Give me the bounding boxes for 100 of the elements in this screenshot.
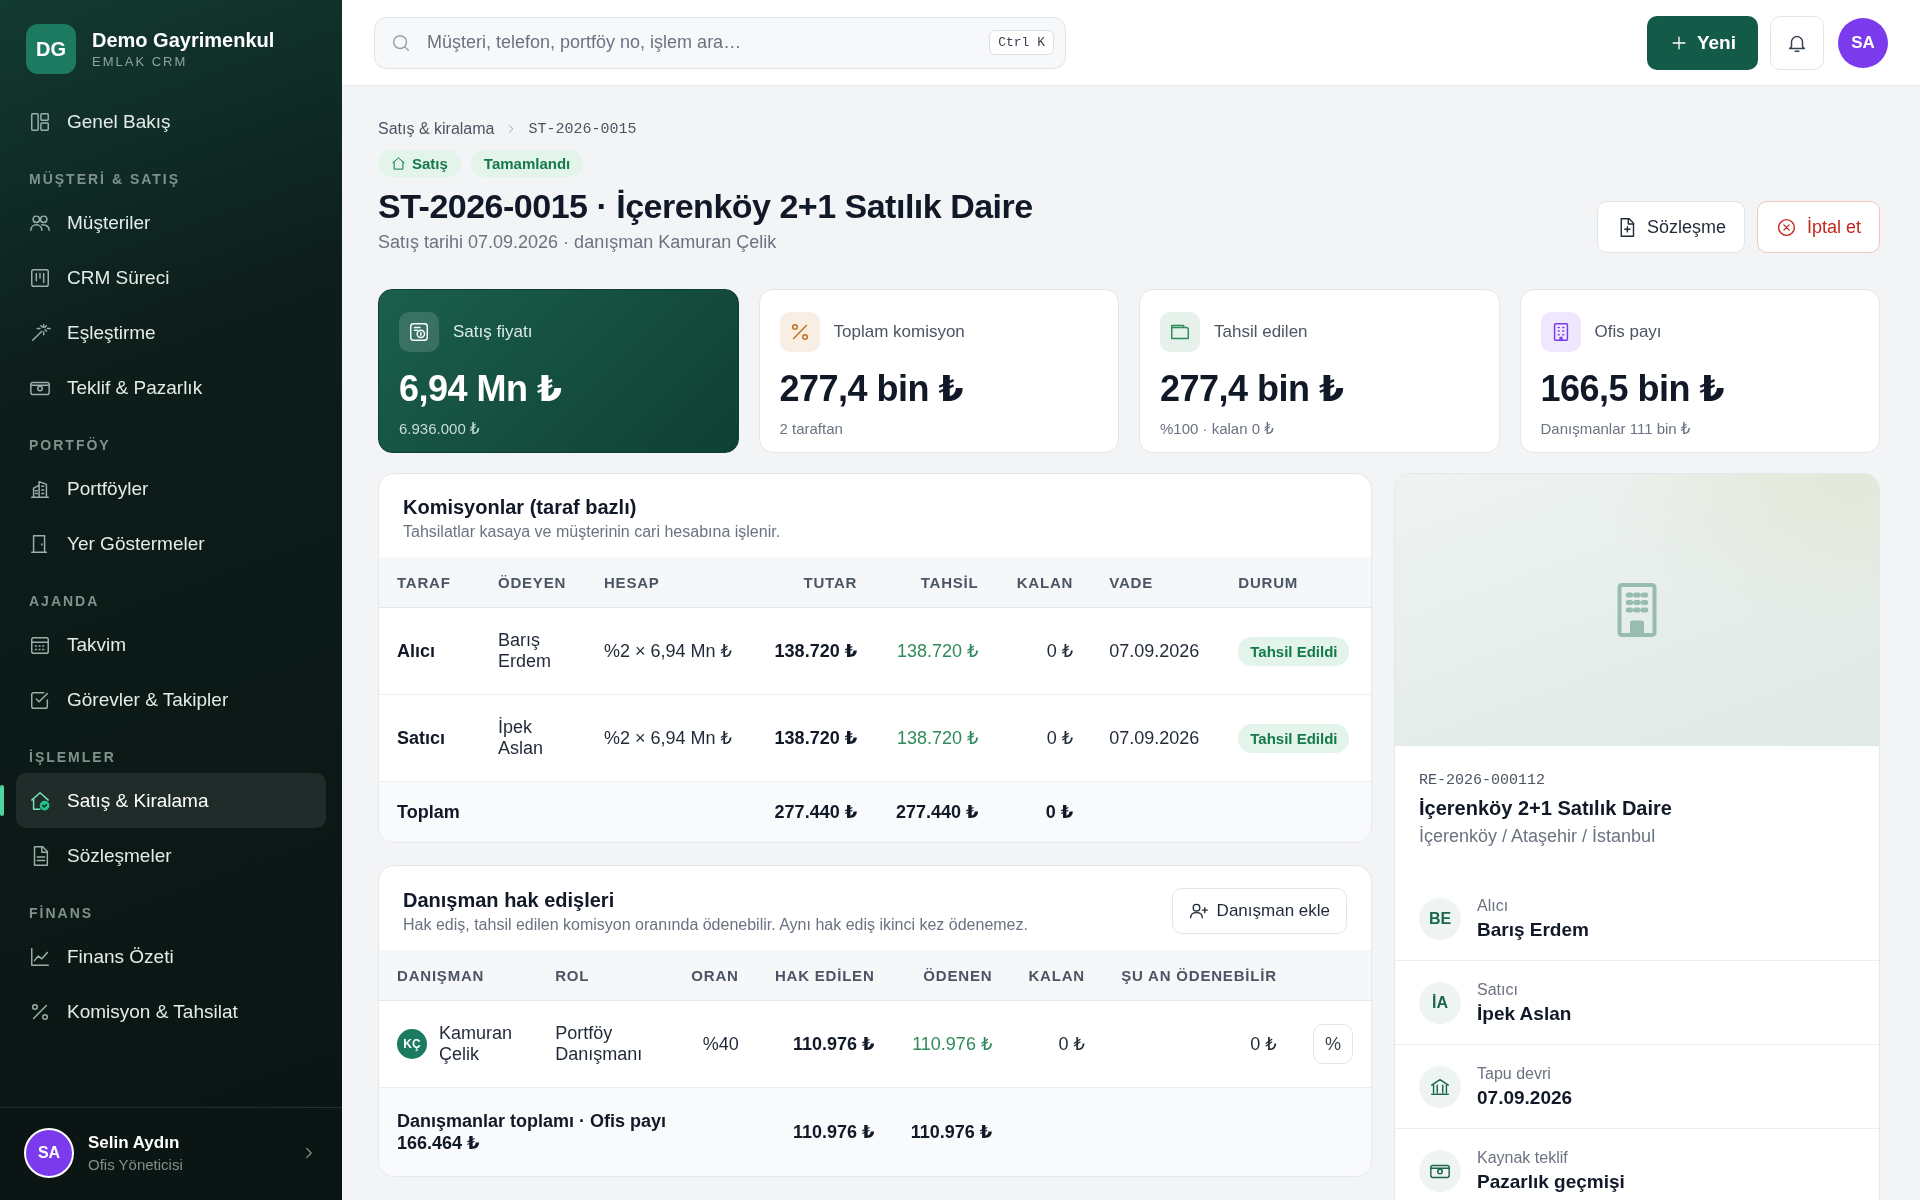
table-cell: Satıcı — [379, 694, 480, 782]
page-subtitle: Satış tarihi 07.09.2026 · danışman Kamuran Çelik — [378, 232, 778, 253]
card-subtitle: Tahsilatlar kasaya ve müşterinin cari hesabına işlenir. — [403, 523, 781, 541]
column-header: TARAF — [379, 557, 480, 608]
column-header: ROL — [537, 950, 674, 1001]
column-header: HAK EDİLEN — [756, 950, 893, 1001]
column-header: TAHSİL — [875, 557, 997, 608]
stat-value: 6,94 Mn ₺ — [399, 368, 563, 410]
stat-label: Satış fiyatı — [453, 322, 533, 342]
advisor-name: Kamuran Çelik — [439, 1023, 514, 1065]
wand-icon — [29, 321, 51, 344]
nav-section-title: PORTFÖY — [28, 436, 112, 455]
card-subtitle: Hak ediş, tahsil edilen komisyon oranında ödenebilir. Aynı hak ediş ikinci kez ödenemez. — [403, 915, 1028, 934]
column-header: ÖDEYEN — [479, 557, 586, 608]
nav-section-title: AJANDA — [28, 592, 101, 611]
stat-value: 277,4 bin ₺ — [779, 368, 965, 410]
table-cell: Barış Erdem — [479, 607, 586, 695]
user-role: Ofis Yöneticisi — [88, 1156, 184, 1173]
nav-item[interactable]: Portföyler — [16, 461, 326, 516]
nav-item[interactable]: Genel Bakış — [16, 94, 326, 149]
detail-value: Barış Erdem — [1477, 918, 1589, 941]
advisor-avatar: KÇ — [397, 1029, 427, 1059]
nav-item[interactable]: Komisyon & Tahsilat — [16, 984, 326, 1039]
breadcrumb-current: ST-2026-0015 — [528, 120, 637, 138]
table-cell: 277.440 ₺ — [875, 781, 997, 842]
table-cell: %2 × 6,94 Mn ₺ — [585, 694, 754, 782]
table-cell: 138.720 ₺ — [753, 607, 876, 695]
nav-item[interactable]: Sözleşmeler — [16, 828, 326, 883]
breadcrumb-link[interactable]: Satış & kiralama — [378, 120, 495, 138]
column-header: KALAN — [1010, 950, 1103, 1001]
page-title: ST-2026-0015 · İçerenköy 2+1 Satılık Daire — [378, 187, 1033, 226]
table-cell: 110.976 ₺ — [892, 1087, 1011, 1176]
stat-label: Tahsil edilen — [1214, 322, 1308, 342]
kanban-icon — [29, 266, 51, 289]
chart-icon — [29, 945, 51, 968]
user-plus-icon — [1188, 901, 1209, 921]
card-title: Danışman hak edişleri — [403, 888, 616, 912]
nav-item[interactable]: Finans Özeti — [16, 929, 326, 984]
nav-item[interactable]: Teklif & Pazarlık — [16, 360, 326, 415]
stat-note: %100 · kalan 0 ₺ — [1160, 420, 1275, 438]
nav-item[interactable]: CRM Süreci — [16, 250, 326, 305]
table-cell: %2 × 6,94 Mn ₺ — [585, 607, 754, 695]
new-button[interactable]: Yeni — [1646, 15, 1758, 70]
nav-section-title: İŞLEMLER — [28, 748, 117, 767]
stat-note: Danışmanlar 111 bin ₺ — [1540, 420, 1692, 438]
house-icon — [29, 789, 51, 812]
user-name: Selin Aydın — [88, 1133, 181, 1153]
cancel-button[interactable]: İptal et — [1756, 201, 1880, 253]
property-location: İçerenköy / Ataşehir / İstanbul — [1419, 826, 1657, 847]
nav-item[interactable]: Takvim — [16, 617, 326, 672]
table-cell: 0 ₺ — [996, 607, 1092, 695]
add-advisor-button[interactable]: Danışman ekle — [1171, 888, 1347, 934]
table-cell: 0 ₺ — [1102, 1000, 1295, 1088]
stat-label: Toplam komisyon — [833, 322, 965, 342]
table-cell: 07.09.2026 — [1091, 607, 1221, 695]
detail-value: İpek Aslan — [1477, 1002, 1572, 1025]
table-cell: 0 ₺ — [996, 694, 1092, 782]
user-avatar[interactable]: SA — [1838, 17, 1888, 68]
column-header: HESAP — [585, 557, 754, 608]
column-header: DANIŞMAN — [379, 950, 538, 1001]
nav-item[interactable]: Yer Göstermeler — [16, 516, 326, 571]
contract-button[interactable]: Sözleşme — [1596, 201, 1745, 253]
table-cell: Alıcı — [379, 607, 480, 695]
status-badge: Tahsil Edildi — [1238, 723, 1350, 753]
detail-label: Satıcı — [1477, 980, 1519, 999]
column-header: ORAN — [673, 950, 757, 1001]
nav-item[interactable]: Eşleştirme — [16, 305, 326, 360]
table-cell: Toplam — [379, 781, 480, 842]
notifications-button[interactable] — [1770, 15, 1824, 70]
detail-label: Tapu devri — [1477, 1064, 1552, 1083]
column-header: DURUM — [1220, 557, 1371, 608]
nav-item[interactable]: Görevler & Takipler — [16, 672, 326, 727]
logo-badge: DG — [26, 24, 76, 74]
table-cell: 138.720 ₺ — [875, 694, 997, 782]
table-cell: 0 ₺ — [1010, 1000, 1103, 1088]
table-cell: 07.09.2026 — [1091, 694, 1221, 782]
table-cell: 110.976 ₺ — [892, 1000, 1011, 1088]
house-icon — [391, 156, 406, 171]
detail-value: 07.09.2026 — [1477, 1086, 1573, 1109]
table-cell: 138.720 ₺ — [875, 607, 997, 695]
table-cell: 138.720 ₺ — [753, 694, 876, 782]
dashboard-icon — [29, 110, 51, 133]
table-cell: İpek Aslan — [479, 694, 586, 782]
column-header: ŞU AN ÖDENEBİLİR — [1102, 950, 1295, 1001]
column-header: KALAN — [996, 557, 1092, 608]
percent-button[interactable]: % — [1313, 1024, 1353, 1064]
detail-label: Kaynak teklif — [1477, 1148, 1569, 1167]
property-code: RE-2026-000112 — [1419, 772, 1547, 789]
user-avatar: SA — [24, 1128, 74, 1178]
column-header: ÖDENEN — [892, 950, 1011, 1001]
stat-value: 277,4 bin ₺ — [1160, 368, 1345, 410]
column-header: VADE — [1091, 557, 1221, 608]
detail-value: Pazarlık geçmişi — [1477, 1170, 1625, 1193]
stat-label: Ofis payı — [1594, 322, 1662, 342]
shortcut-hint: Ctrl K — [989, 29, 1054, 55]
brand-name: Demo Gayrimenkul — [92, 29, 275, 52]
nav-item[interactable]: Müşteriler — [16, 195, 326, 250]
stat-note: 2 taraftan — [779, 420, 844, 437]
property-title: İçerenköy 2+1 Satılık Daire — [1419, 797, 1673, 820]
column-header: TUTAR — [753, 557, 876, 608]
